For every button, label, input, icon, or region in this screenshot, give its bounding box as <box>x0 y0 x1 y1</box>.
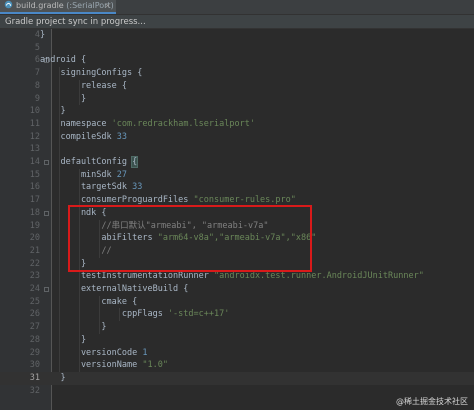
code-line: 14 defaultConfig { <box>0 156 474 169</box>
code-text: } <box>40 93 87 104</box>
code-line: 9 } <box>0 93 474 106</box>
line-number: 16 <box>29 182 40 193</box>
code-text: cmake { <box>40 296 138 307</box>
line-number: 14 <box>29 157 40 167</box>
code-text: release { <box>40 80 127 91</box>
code-text: } <box>40 106 66 117</box>
line-number: 6 <box>34 55 40 66</box>
cpp-flags-value: '-std=c++17' <box>167 309 230 320</box>
code-line: 7 signingConfigs { <box>0 67 474 80</box>
code-text: versionCode 1 <box>40 347 148 358</box>
namespace-value: 'com.redrackham.lserialport' <box>111 118 255 129</box>
line-number: 27 <box>29 322 40 333</box>
line-number: 21 <box>29 245 40 256</box>
code-line: 25 cmake { <box>0 296 474 309</box>
code-text: android { <box>40 55 87 66</box>
code-text: defaultConfig { <box>40 156 139 168</box>
code-text: signingConfigs { <box>40 68 143 79</box>
code-text: } <box>40 30 46 40</box>
code-line: 28 } <box>0 334 474 347</box>
line-number: 15 <box>29 169 40 180</box>
line-number: 11 <box>29 118 40 129</box>
close-tab-icon[interactable]: × <box>104 0 111 12</box>
version-code-value: 1 <box>142 347 148 358</box>
target-sdk-value: 33 <box>132 182 143 193</box>
line-number: 13 <box>29 144 40 155</box>
line-number: 29 <box>29 347 40 358</box>
code-line: 12 compileSdk 33 <box>0 131 474 144</box>
code-line: 24 externalNativeBuild { <box>0 283 474 296</box>
code-text: externalNativeBuild { <box>40 284 189 294</box>
line-number: 25 <box>29 296 40 307</box>
code-line: 26 cppFlags '-std=c++17' <box>0 308 474 321</box>
proguard-file-value: "consumer-rules.pro" <box>193 195 296 206</box>
code-text: cppFlags '-std=c++17' <box>40 309 230 320</box>
line-number: 19 <box>29 220 40 231</box>
code-line: 15 minSdk 27 <box>0 169 474 182</box>
code-line: 5 <box>0 42 474 55</box>
code-line: 29 versionCode 1 <box>0 347 474 360</box>
matched-brace: { <box>131 156 139 168</box>
code-line: 13 <box>0 143 474 156</box>
code-line: 8 release { <box>0 80 474 93</box>
ndk-highlight-box <box>68 204 312 273</box>
gradle-file-icon <box>4 0 13 9</box>
min-sdk-value: 27 <box>116 169 128 180</box>
line-number: 4 <box>34 30 40 40</box>
code-line: 6 android { <box>0 54 474 67</box>
code-text: compileSdk 33 <box>40 131 128 142</box>
line-number: 9 <box>34 93 40 104</box>
line-number: 24 <box>29 284 40 294</box>
code-text: } <box>40 322 107 333</box>
line-number: 26 <box>29 309 40 320</box>
namespace-keyword: namespace <box>60 118 112 129</box>
line-number: 10 <box>29 106 40 117</box>
code-text: } <box>40 334 87 345</box>
line-number: 17 <box>29 195 40 206</box>
line-number: 12 <box>29 131 40 142</box>
editor-tab-bar: build.gradle (:SerialPort) × <box>0 0 474 15</box>
line-number: 28 <box>29 334 40 345</box>
code-line: 27 } <box>0 321 474 334</box>
code-line: 16 targetSdk 33 <box>0 181 474 194</box>
code-line: 4 } <box>0 29 474 42</box>
line-number: 18 <box>29 207 40 218</box>
tab-label: build.gradle <box>16 1 64 10</box>
code-text: minSdk 27 <box>40 169 128 180</box>
compile-sdk-value: 33 <box>116 131 128 142</box>
line-number: 20 <box>29 233 40 244</box>
line-number: 5 <box>34 42 40 53</box>
line-number: 23 <box>29 271 40 282</box>
watermark: @稀土掘金技术社区 <box>396 397 468 406</box>
code-text: namespace 'com.redrackham.lserialport' <box>40 118 255 131</box>
test-runner-value: "androidx.test.runner.AndroidJUnitRunner… <box>214 271 424 282</box>
line-number: 7 <box>34 68 40 79</box>
line-number: 8 <box>34 80 40 91</box>
gradle-sync-notice: Gradle project sync in progress... <box>0 15 474 29</box>
tab-build-gradle[interactable]: build.gradle (:SerialPort) × <box>0 0 116 14</box>
code-line: 11 namespace 'com.redrackham.lserialport… <box>0 118 474 131</box>
code-text: targetSdk 33 <box>40 182 143 193</box>
line-number: 22 <box>29 258 40 269</box>
code-line: 10 } <box>0 105 474 118</box>
